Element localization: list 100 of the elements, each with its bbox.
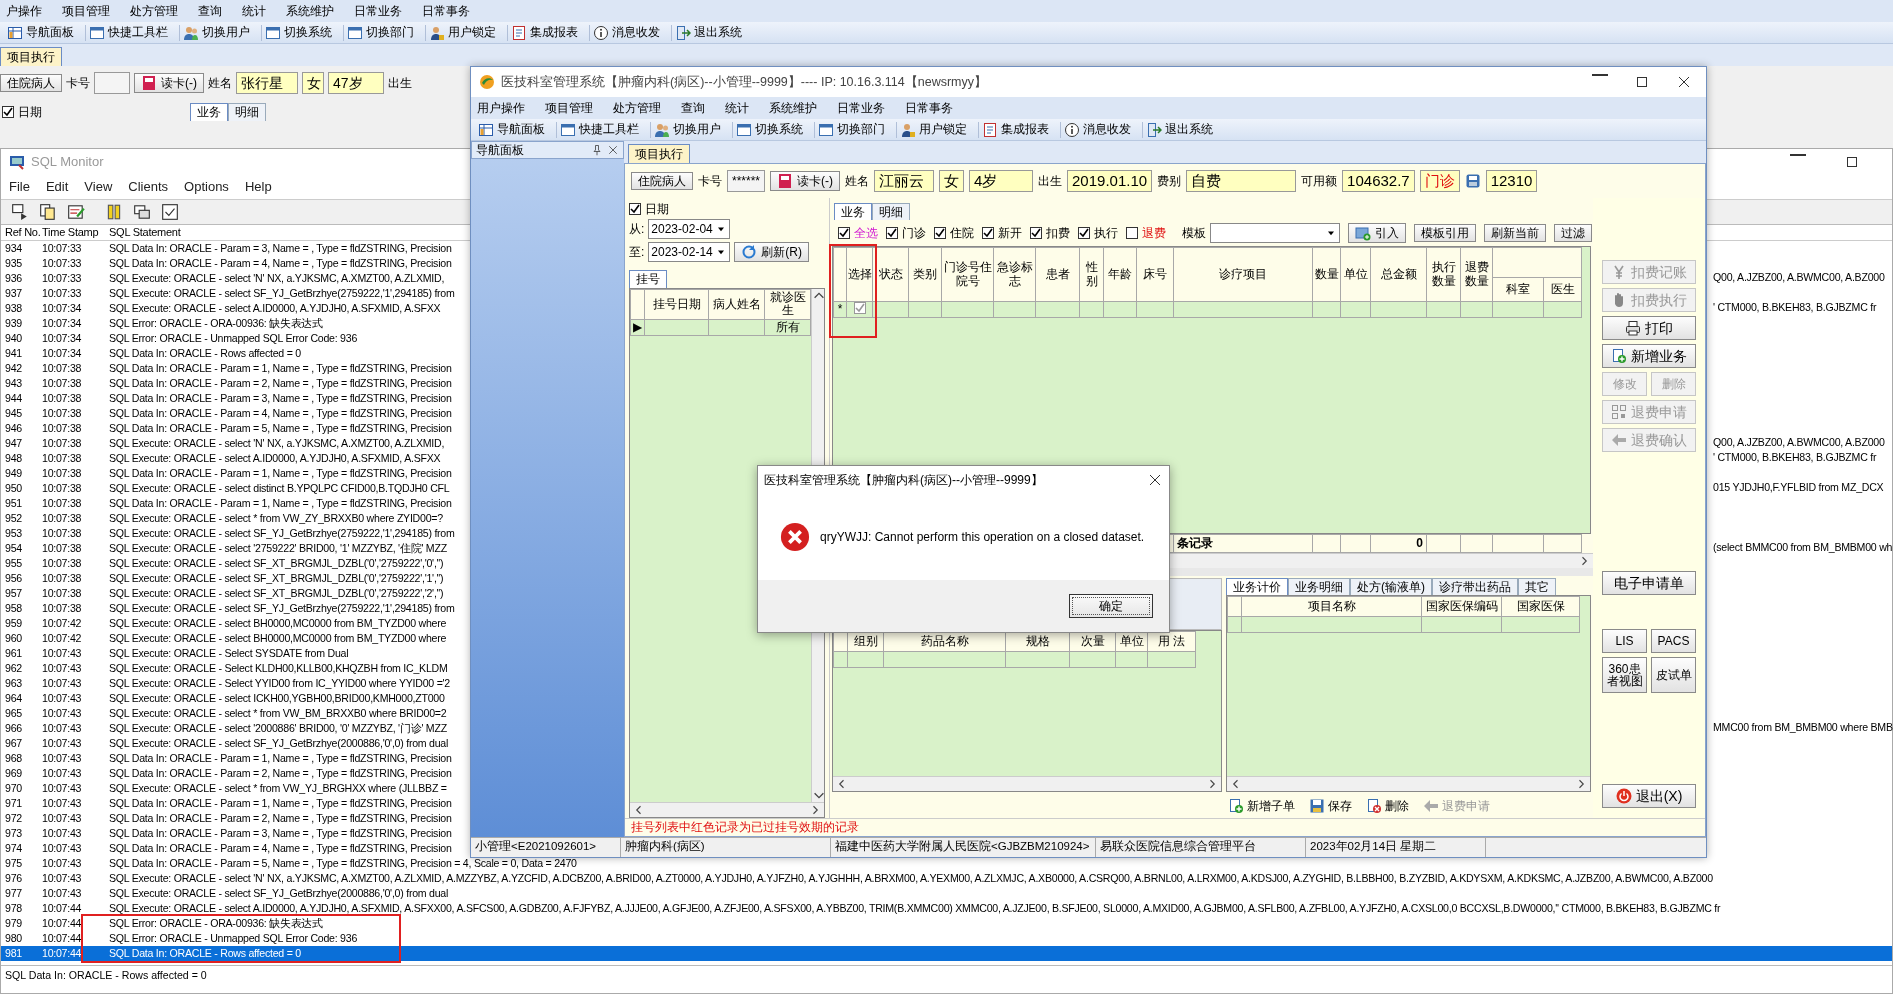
menu-item[interactable]: 日常业务 xyxy=(354,3,402,19)
column-header[interactable]: 年龄 xyxy=(1103,247,1137,302)
tab[interactable]: 项目执行 xyxy=(0,46,62,66)
tab[interactable]: 项目执行 xyxy=(628,143,690,163)
ref-number[interactable]: 937 xyxy=(1,287,42,300)
tab[interactable]: 挂号 xyxy=(629,270,667,288)
toolbar-button[interactable]: 集成报表 xyxy=(978,121,1052,138)
date-field[interactable]: 2023-02-14 xyxy=(648,242,731,263)
ref-number[interactable]: 958 xyxy=(1,602,42,615)
toolbar-button[interactable]: 用户锁定 xyxy=(896,121,970,138)
scrollbar[interactable] xyxy=(1227,776,1590,791)
tab[interactable]: 业务 xyxy=(190,103,228,121)
patient-type-button[interactable]: 住院病人 xyxy=(631,171,693,191)
menu-item[interactable]: Options xyxy=(184,179,229,195)
ref-number[interactable]: 962 xyxy=(1,662,42,675)
column-header[interactable]: 诊疗项目 xyxy=(1173,247,1313,302)
toolbar-button[interactable]: 切换系统 xyxy=(261,24,335,41)
column-header[interactable]: Ref No. xyxy=(1,225,42,240)
toolbar-button[interactable]: 集成报表 xyxy=(507,24,581,41)
menu-item[interactable]: 系统维护 xyxy=(286,3,334,19)
column-header[interactable]: 数量 xyxy=(1312,247,1341,302)
toolbar-button[interactable]: 模板引用 xyxy=(1414,223,1476,243)
tab[interactable]: 诊疗带出药品 xyxy=(1432,578,1518,596)
scrollbar[interactable] xyxy=(833,776,1221,791)
menu-item[interactable]: 用户操作 xyxy=(477,100,525,116)
ref-number[interactable]: 951 xyxy=(1,497,42,510)
menu-item[interactable]: 处方管理 xyxy=(130,3,178,19)
ref-number[interactable]: 952 xyxy=(1,512,42,525)
toolbar-button[interactable]: 退出系统 xyxy=(1142,121,1216,138)
toolbar-button[interactable] xyxy=(65,203,87,221)
ref-number[interactable]: 972 xyxy=(1,812,42,825)
ref-number[interactable]: 956 xyxy=(1,572,42,585)
column-header[interactable]: 项目名称 xyxy=(1241,596,1422,617)
ref-number[interactable]: 964 xyxy=(1,692,42,705)
toolbar-button[interactable] xyxy=(131,203,153,221)
menu-item[interactable]: 统计 xyxy=(242,3,266,19)
checkbox[interactable] xyxy=(982,227,994,239)
side-button[interactable]: LIS xyxy=(1602,629,1647,653)
ref-number[interactable]: 950 xyxy=(1,482,42,495)
toolbar-button[interactable]: 用户锁定 xyxy=(425,24,499,41)
scrollbar[interactable] xyxy=(630,802,824,817)
column-header[interactable]: 执行数量 xyxy=(1426,247,1461,302)
menu-item[interactable]: 查询 xyxy=(681,100,705,116)
column-header[interactable]: 病人姓名 xyxy=(708,289,765,320)
menu-item[interactable]: 统计 xyxy=(725,100,749,116)
column-header[interactable]: 性别 xyxy=(1079,247,1104,302)
ref-number[interactable]: 935 xyxy=(1,257,42,270)
ref-number[interactable]: 947 xyxy=(1,437,42,450)
column-header[interactable]: Time Stamp xyxy=(42,225,109,240)
tab[interactable]: 业务明细 xyxy=(1288,578,1350,596)
column-header[interactable]: 国家医保编码 xyxy=(1421,596,1502,617)
toolbar-button[interactable]: 导航面板 xyxy=(475,121,548,138)
ref-number[interactable]: 966 xyxy=(1,722,42,735)
column-header[interactable]: 急诊标志 xyxy=(993,247,1036,302)
ref-number[interactable]: 955 xyxy=(1,557,42,570)
tab[interactable]: 其它 xyxy=(1518,578,1556,596)
ref-number[interactable]: 978 xyxy=(1,902,42,915)
ref-number[interactable]: 980 xyxy=(1,932,42,945)
ref-number[interactable]: 954 xyxy=(1,542,42,555)
menu-item[interactable]: 处方管理 xyxy=(613,100,661,116)
column-header[interactable]: 退费数量 xyxy=(1460,247,1493,302)
ref-number[interactable]: 961 xyxy=(1,647,42,660)
toolbar-button[interactable]: 快捷工具栏 xyxy=(85,24,171,41)
side-button[interactable]: 电子申请单 xyxy=(1602,571,1696,595)
ref-number[interactable]: 969 xyxy=(1,767,42,780)
ref-number[interactable]: 940 xyxy=(1,332,42,345)
checkbox[interactable] xyxy=(853,302,866,315)
ref-number[interactable]: 945 xyxy=(1,407,42,420)
column-header[interactable]: 总金额 xyxy=(1370,247,1427,302)
side-button[interactable]: 皮试单 xyxy=(1651,657,1696,693)
ref-number[interactable]: 946 xyxy=(1,422,42,435)
ref-number[interactable]: 960 xyxy=(1,632,42,645)
checkbox[interactable] xyxy=(886,227,898,239)
menu-item[interactable]: 系统维护 xyxy=(769,100,817,116)
checkbox[interactable] xyxy=(838,227,850,239)
menu-item[interactable]: View xyxy=(84,179,113,195)
date-field[interactable]: 2023-02-04 xyxy=(648,219,731,240)
side-button[interactable]: 打印 xyxy=(1602,316,1696,340)
column-header[interactable]: 就诊医生 xyxy=(764,289,811,320)
menu-item[interactable]: 日常事务 xyxy=(422,3,470,19)
toolbar-button[interactable]: 过滤 xyxy=(1554,223,1592,243)
ref-number[interactable]: 981 xyxy=(1,947,42,960)
tab[interactable]: 明细 xyxy=(228,103,266,121)
side-button[interactable]: PACS xyxy=(1651,629,1696,653)
menu-item[interactable]: 日常事务 xyxy=(905,100,953,116)
toolbar-button[interactable]: 保存 xyxy=(1307,798,1354,814)
ref-number[interactable]: 934 xyxy=(1,242,42,255)
ok-button[interactable]: 确定 xyxy=(1069,594,1153,618)
card-number-field[interactable]: ****** xyxy=(727,170,766,192)
ref-number[interactable]: 936 xyxy=(1,272,42,285)
column-header[interactable]: SQL Statement xyxy=(109,225,181,240)
ref-number[interactable]: 977 xyxy=(1,887,42,900)
ref-number[interactable]: 965 xyxy=(1,707,42,720)
menu-item[interactable]: 户操作 xyxy=(6,3,42,19)
checkbox[interactable] xyxy=(2,106,14,118)
ref-number[interactable]: 942 xyxy=(1,362,42,375)
ref-number[interactable]: 943 xyxy=(1,377,42,390)
ref-number[interactable]: 967 xyxy=(1,737,42,750)
template-dropdown[interactable] xyxy=(1210,223,1340,243)
toolbar-button[interactable]: 切换系统 xyxy=(732,121,806,138)
